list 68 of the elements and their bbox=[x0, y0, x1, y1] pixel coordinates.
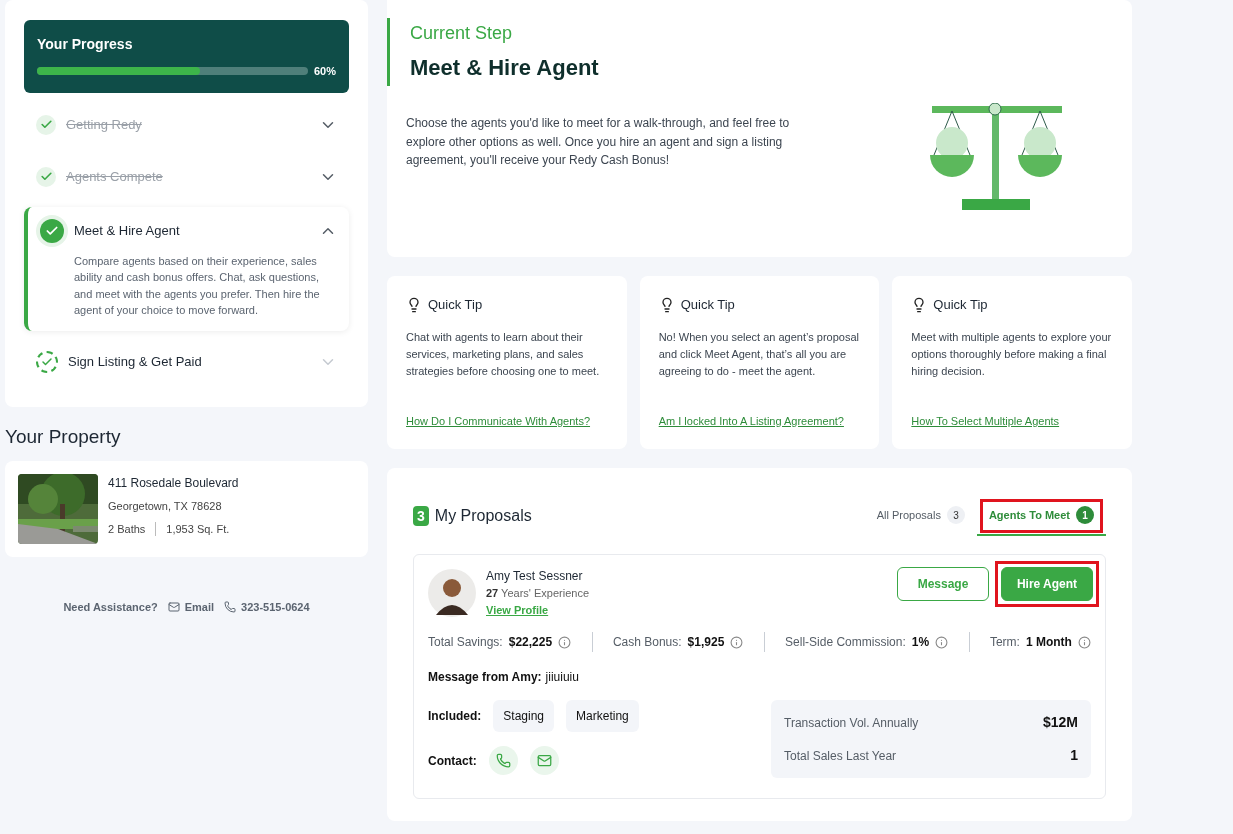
tip-text: Meet with multiple agents to explore your options thoroughly before making a final hiring decision. bbox=[911, 329, 1113, 379]
baths-text: 2 Baths bbox=[108, 521, 146, 537]
mail-icon bbox=[536, 753, 552, 768]
stat-value: 1 Month bbox=[1025, 634, 1072, 651]
included-label: Included: bbox=[428, 708, 482, 725]
message-button[interactable]: Message bbox=[897, 567, 989, 601]
tab[interactable]: Agents To Meet 1 bbox=[976, 496, 1106, 536]
info-icon[interactable] bbox=[558, 635, 572, 649]
stat-value: $1,925 bbox=[687, 634, 725, 651]
eyebrow-text: Current Step bbox=[410, 22, 514, 45]
tip-link[interactable]: Am I locked Into A Listing Agreement? bbox=[658, 412, 861, 429]
stat-label: Term: bbox=[989, 634, 1020, 651]
stat-value: 1% bbox=[911, 634, 930, 651]
contact-label: Contact: bbox=[428, 752, 477, 770]
mail-icon bbox=[167, 601, 180, 614]
step-title[interactable]: Getting Redy bbox=[66, 114, 309, 135]
tip-title: Quick Tip bbox=[933, 296, 988, 314]
stat-label: Total Savings: bbox=[428, 634, 503, 651]
service-tag: Marketing bbox=[566, 700, 639, 732]
info-icon[interactable] bbox=[1077, 635, 1091, 649]
tip-link[interactable]: How To Select Multiple Agents bbox=[911, 412, 1113, 429]
message-label: Message from Amy: bbox=[428, 669, 542, 686]
phone-icon bbox=[224, 601, 237, 614]
metric-value: 1 bbox=[1070, 746, 1078, 765]
step-heading: Meet & Hire Agent bbox=[410, 54, 600, 82]
hire-agent-button[interactable]: Hire Agent bbox=[1001, 567, 1093, 601]
stat-label: Cash Bonus: bbox=[612, 634, 682, 651]
tip-link[interactable]: How Do I Communicate With Agents? bbox=[406, 412, 608, 429]
phone-link[interactable]: 323-515-0624 bbox=[224, 599, 310, 616]
stat-value: $22,225 bbox=[508, 634, 553, 651]
section-title: Your Property bbox=[5, 424, 122, 449]
step-title[interactable]: Meet & Hire Agent bbox=[74, 220, 309, 241]
area-text: 1,953 Sq. Ft. bbox=[166, 521, 230, 537]
service-tag: Staging bbox=[493, 700, 555, 732]
assistance-label: Need Assistance? bbox=[63, 600, 158, 615]
metric-label: Total Sales Last Year bbox=[784, 747, 897, 765]
email-link[interactable]: Email bbox=[167, 599, 215, 616]
phone-button[interactable] bbox=[488, 746, 518, 775]
tip-title: Quick Tip bbox=[680, 296, 735, 314]
section-title: My Proposals bbox=[434, 506, 532, 526]
tip-title: Quick Tip bbox=[428, 296, 483, 314]
info-icon[interactable] bbox=[730, 635, 744, 649]
view-profile-link[interactable]: View Profile bbox=[486, 601, 590, 618]
avatar bbox=[428, 568, 476, 617]
metric-label: Transaction Vol. Annually bbox=[784, 714, 919, 732]
email-button[interactable] bbox=[529, 746, 559, 775]
property-city: Georgetown, TX 78628 bbox=[108, 499, 223, 514]
agent-name: Amy Test Sessner bbox=[486, 568, 584, 585]
phone-icon bbox=[495, 753, 511, 768]
metric-value: $12M bbox=[1042, 713, 1078, 732]
tip-text: Chat with agents to learn about their services, marketing plans, and sales strategies before choosing one to meet. bbox=[406, 329, 601, 379]
message-text: jiiuiuiu bbox=[545, 669, 579, 686]
tab[interactable]: All Proposals 3 bbox=[864, 496, 977, 536]
step-description: Compare agents based on their experience, sales ability and cash bonus offers. Chat, ask questions, and meet with the agents you prefer. Then hire the agent of your choice to move forward. bbox=[74, 253, 321, 318]
progress-title: Your Progress bbox=[37, 35, 134, 54]
experience-text: 27 Years' Experience bbox=[486, 586, 590, 601]
progress-percent: 60% bbox=[313, 64, 336, 79]
tip-text: No! When you select an agent’s proposal and click Meet Agent, that’s all you are agreeing to do - meet the agent. bbox=[658, 329, 861, 379]
lightbulb-icon bbox=[406, 296, 422, 313]
count-badge: 3 bbox=[413, 506, 429, 526]
info-icon[interactable] bbox=[935, 635, 949, 649]
property-address: 411 Rosedale Boulevard bbox=[108, 475, 239, 492]
count-badge: 1 bbox=[1076, 506, 1094, 524]
step-title[interactable]: Agents Compete bbox=[66, 166, 309, 187]
step-title[interactable]: Sign Listing & Get Paid bbox=[68, 351, 309, 372]
count-badge: 3 bbox=[946, 506, 965, 524]
stat-label: Sell-Side Commission: bbox=[785, 634, 906, 651]
step-text: Choose the agents you'd like to meet for a walk-through, and feel free to explore other options as well. Once you hire an agent and sign a listing agreement, you'll receive your Redy Cash Bonus! bbox=[406, 115, 791, 169]
